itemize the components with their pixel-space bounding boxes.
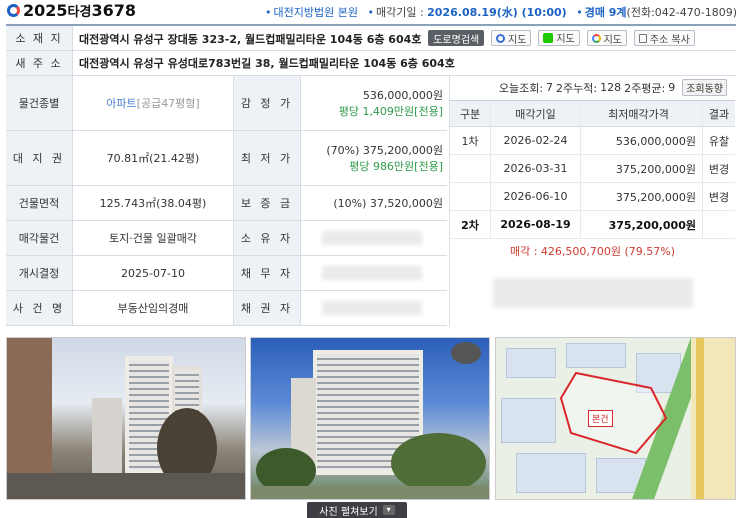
debtor-value: [301, 256, 447, 290]
minprice-value: (70%) 375,200,000원 평당 986만원[전용]: [326, 144, 443, 173]
table-row: 2차 2026-08-19 375,200,000원: [450, 211, 735, 239]
redacted-area: [450, 263, 735, 323]
road-address-row: 새 주 소 대전광역시 유성구 유성대로783번길 38, 월드컵패밀리타운 1…: [6, 51, 736, 76]
redacted-block: [322, 231, 422, 245]
start-label: 개시결정: [6, 256, 73, 290]
address-table: 소 재 지 대전광역시 유성구 장대동 323-2, 월드컵패밀리타운 104동…: [6, 24, 736, 76]
header-info: • 대전지방법원 본원 • 매각기일 : 2026.08.19(水) (10:00)…: [265, 6, 737, 19]
debtor-label: 채 무 자: [234, 256, 301, 290]
case-label: 사 건 명: [6, 291, 73, 325]
photo-building-front[interactable]: [250, 337, 490, 500]
lot-address-row: 소 재 지 대전광역시 유성구 장대동 323-2, 월드컵패밀리타운 104동…: [6, 26, 736, 51]
dept-label: 경매 9계: [584, 6, 627, 19]
phone: (전화:042-470-1809): [626, 6, 737, 19]
road-address-value: 대전광역시 유성구 유성대로783번길 38, 월드컵패밀리타운 104동 6층…: [79, 57, 455, 70]
google-map-button[interactable]: 지도: [586, 30, 627, 46]
row-land: 대 지 권 70.81㎡(21.42평) 최 저 가 (70%) 375,200…: [6, 131, 447, 186]
map-marker: 본건: [588, 410, 613, 427]
naver-map-button[interactable]: 지도: [538, 29, 580, 46]
type-label: 물건종별: [6, 76, 73, 130]
redacted-block: [322, 301, 422, 315]
minprice-label: 최 저 가: [234, 131, 301, 185]
view-all-photos-button[interactable]: 사진 펼쳐보기 ▾: [307, 502, 407, 518]
view-stats: 오늘조회: 7 2주누적: 128 2주평균: 9 조회동향: [450, 75, 735, 100]
sale-label: 매각물건: [6, 221, 73, 255]
auction-date: 2026.08.19(水) (10:00): [427, 6, 567, 19]
land-label: 대 지 권: [6, 131, 73, 185]
view-trend-button[interactable]: 조회동향: [682, 79, 727, 96]
lot-address-label: 소 재 지: [6, 26, 73, 50]
parcel-outline: [559, 371, 668, 455]
daum-icon: [496, 33, 506, 43]
sold-result: 매각 : 426,500,700원 (79.57%): [509, 244, 676, 259]
sale-value: 토지·건물 일괄매각: [73, 221, 234, 255]
table-row: 2026-06-10 375,200,000원 변경: [450, 183, 735, 211]
building-value: 125.743㎡(38.04평): [73, 186, 234, 220]
row-start: 개시결정 2025-07-10 채 무 자: [6, 256, 447, 291]
appraisal-label: 감 정 가: [234, 76, 301, 130]
creditor-value: [301, 291, 447, 325]
deposit-label: 보 증 금: [234, 186, 301, 220]
building-label: 건물면적: [6, 186, 73, 220]
header: 2025타경3678 • 대전지방법원 본원 • 매각기일 : 2026.08.19…: [0, 0, 743, 22]
history-header: 구분 매각기일 최저매각가격 결과: [450, 101, 735, 127]
redacted-block: [492, 278, 693, 308]
deposit-value: (10%) 37,520,000원: [333, 197, 443, 210]
road-search-button[interactable]: 도로명검색: [428, 30, 485, 46]
court-name[interactable]: 대전지방법원 본원: [274, 6, 358, 19]
photo-building-street[interactable]: [6, 337, 246, 500]
road-address-label: 새 주 소: [6, 51, 73, 75]
logo-icon: [7, 4, 20, 17]
detail-table: 물건종별 아파트 [공급47평형] 감 정 가 536,000,000원 평당 1…: [6, 75, 447, 326]
chevron-down-icon: ▾: [382, 505, 395, 515]
table-row: 2026-03-31 375,200,000원 변경: [450, 155, 735, 183]
case-number: 2025타경3678: [23, 1, 136, 20]
row-sale: 매각물건 토지·건물 일괄매각 소 유 자: [6, 221, 447, 256]
start-value: 2025-07-10: [73, 256, 234, 290]
row-type: 물건종별 아파트 [공급47평형] 감 정 가 536,000,000원 평당 1…: [6, 76, 447, 131]
case-value: 부동산임의경매: [73, 291, 234, 325]
daum-map-button[interactable]: 지도: [491, 30, 532, 46]
land-value: 70.81㎡(21.42평): [73, 131, 234, 185]
row-building: 건물면적 125.743㎡(38.04평) 보 증 금 (10%) 37,520…: [6, 186, 447, 221]
history-table: 구분 매각기일 최저매각가격 결과 1차 2026-02-24 536,000,…: [450, 100, 735, 239]
appraisal-value: 536,000,000원 평당 1,409만원[전용]: [338, 89, 443, 118]
owner-value: [301, 221, 447, 255]
type-value: 아파트 [공급47평형]: [73, 76, 234, 130]
redacted-block: [322, 266, 422, 280]
lot-address-value: 대전광역시 유성구 장대동 323-2, 월드컵패밀리타운 104동 6층 60…: [73, 29, 695, 47]
owner-label: 소 유 자: [234, 221, 301, 255]
google-icon: [591, 33, 601, 43]
naver-icon: [543, 32, 554, 43]
creditor-label: 채 권 자: [234, 291, 301, 325]
copy-icon: [638, 33, 647, 43]
photo-location-map[interactable]: 본건: [495, 337, 736, 500]
photo-strip: 본건: [6, 337, 736, 500]
copy-address-button[interactable]: 주소 복사: [633, 30, 695, 46]
table-row: 1차 2026-02-24 536,000,000원 유찰: [450, 127, 735, 155]
row-case: 사 건 명 부동산임의경매 채 권 자: [6, 291, 447, 326]
auction-history: 오늘조회: 7 2주누적: 128 2주평균: 9 조회동향 구분 매각기일 최저매각…: [449, 75, 735, 327]
